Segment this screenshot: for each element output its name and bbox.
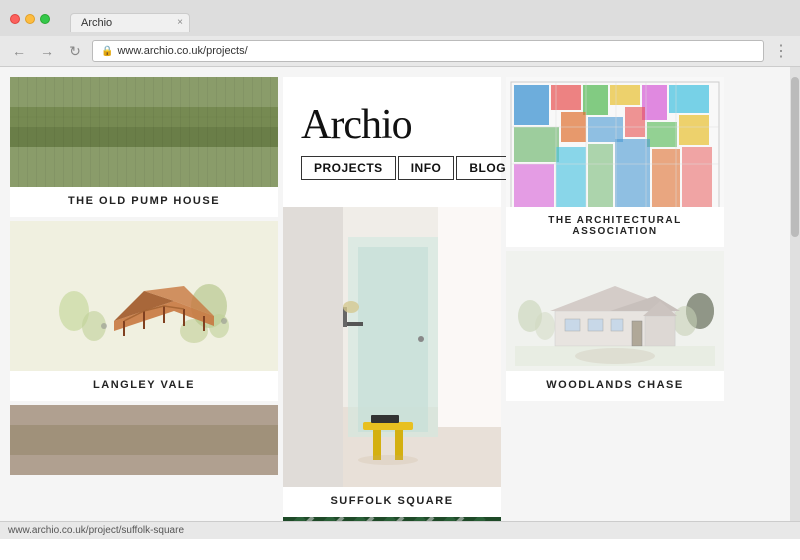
refresh-button[interactable]: ↻ [64, 40, 86, 62]
minimize-button[interactable] [25, 14, 35, 24]
browser-menu-button[interactable]: ⋮ [770, 40, 792, 62]
arch-assoc-svg [506, 77, 724, 207]
status-bar: www.archio.co.uk/project/suffolk-square [0, 521, 800, 539]
woodlands-chase-label: WOODLANDS CHASE [506, 371, 724, 401]
lock-icon: 🔒 [101, 46, 113, 57]
langley-vale-label: LANGLEY VALE [10, 371, 278, 401]
suffolk-square-label: SUFFOLK SQUARE [283, 487, 501, 517]
suffolk-square-svg [283, 207, 501, 487]
scrollbar[interactable] [790, 67, 800, 539]
old-pump-house-image [10, 77, 278, 187]
tab-title: Archio [81, 17, 112, 29]
forward-button[interactable]: → [36, 40, 58, 62]
nav-info[interactable]: INFO [398, 156, 455, 180]
project-card-architectural-association[interactable]: THE ARCHITECTURAL ASSOCIATION [506, 77, 724, 247]
nav-links: PROJECTS INFO BLOG [301, 156, 519, 180]
old-pump-house-svg [10, 77, 278, 187]
nav-projects[interactable]: PROJECTS [301, 156, 396, 180]
site-logo: Archio [301, 104, 412, 146]
page-content: THE OLD PUMP HOUSE [0, 67, 800, 539]
project-card-woodlands-chase[interactable]: WOODLANDS CHASE [506, 251, 724, 401]
address-bar[interactable]: 🔒 www.archio.co.uk/projects/ [92, 40, 764, 62]
project-card-langley-vale[interactable]: LANGLEY VALE [10, 221, 278, 401]
suffolk-square-image [283, 207, 501, 487]
langley-vale-image [10, 221, 278, 371]
bottom-left-card[interactable] [10, 405, 278, 475]
back-button[interactable]: ← [8, 40, 30, 62]
tab-close-button[interactable]: × [177, 17, 183, 28]
logo-nav-area: Archio PROJECTS INFO BLOG [283, 77, 501, 207]
close-button[interactable] [10, 14, 20, 24]
project-card-suffolk-square[interactable]: SUFFOLK SQUARE [283, 207, 501, 517]
url-text: www.archio.co.uk/projects/ [117, 45, 247, 57]
project-card-old-pump-house[interactable]: THE OLD PUMP HOUSE [10, 77, 278, 217]
scrollbar-thumb[interactable] [791, 77, 799, 237]
browser-toolbar: ← → ↻ 🔒 www.archio.co.uk/projects/ ⋮ [0, 36, 800, 66]
woodlands-chase-image [506, 251, 724, 371]
maximize-button[interactable] [40, 14, 50, 24]
center-column: Archio PROJECTS INFO BLOG [283, 77, 501, 539]
langley-vale-svg [54, 231, 234, 361]
left-column: THE OLD PUMP HOUSE [10, 77, 278, 539]
tab-bar: Archio × [60, 6, 200, 32]
architectural-association-image [506, 77, 724, 207]
right-column: THE ARCHITECTURAL ASSOCIATION [506, 77, 724, 539]
browser-tab[interactable]: Archio × [70, 13, 190, 32]
old-pump-house-label: THE OLD PUMP HOUSE [10, 187, 278, 217]
traffic-lights [10, 14, 50, 24]
status-url: www.archio.co.uk/project/suffolk-square [8, 525, 184, 536]
woodlands-chase-svg [515, 256, 715, 366]
browser-chrome: Archio × ← → ↻ 🔒 www.archio.co.uk/projec… [0, 0, 800, 67]
title-bar: Archio × [0, 0, 800, 36]
architectural-association-label: THE ARCHITECTURAL ASSOCIATION [506, 207, 724, 247]
